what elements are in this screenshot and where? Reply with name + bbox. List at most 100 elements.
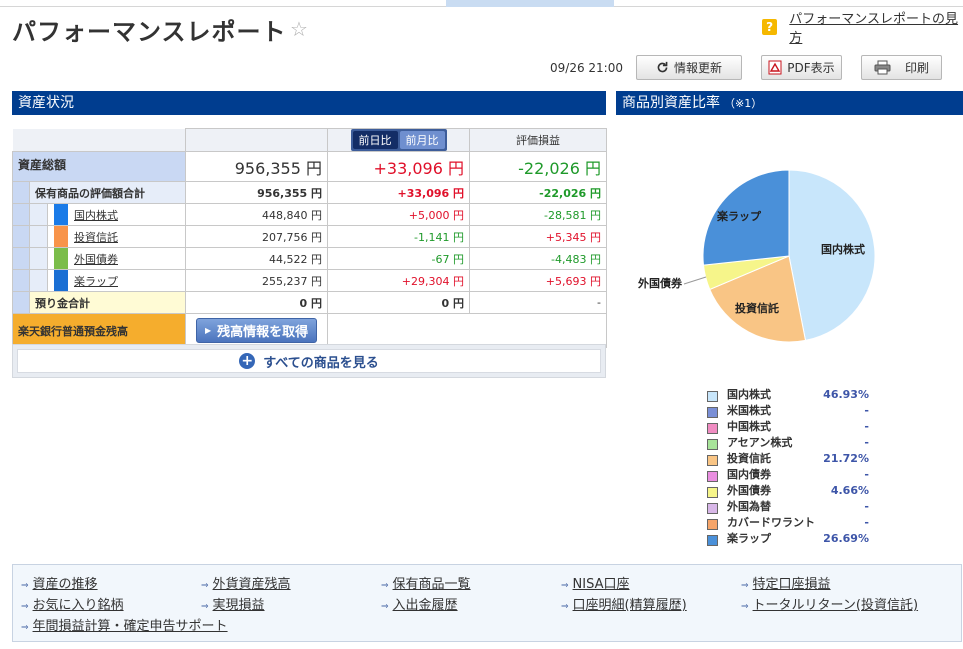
legend-swatch: [707, 487, 718, 498]
arrow-icon: ⇒: [741, 581, 749, 591]
total-amount: 956,355 円: [185, 151, 328, 182]
category-eval: -4,483 円: [469, 247, 607, 270]
deposit-row: 預り金合計 0 円 0 円 -: [12, 291, 607, 314]
pie-label: 国内株式: [821, 242, 865, 256]
category-swatch: [54, 270, 68, 291]
footer-link[interactable]: ⇒ 特定口座損益: [741, 573, 831, 592]
holdings-change: +33,096 円: [327, 181, 470, 204]
change-tabs-header: 前日比 前月比: [327, 128, 470, 152]
legend-pct: 26.69%: [823, 532, 869, 545]
legend-swatch: [707, 503, 718, 514]
pie-legend: 国内株式 46.93% 米国株式 - 中国株式 - アセアン株式 - 投資信託 21.72% 国内債…: [707, 387, 877, 547]
legend-swatch: [707, 391, 718, 402]
arrow-icon: ⇒: [381, 581, 389, 591]
total-eval: -22,026 円: [469, 151, 607, 182]
total-label: 資産総額: [12, 151, 186, 182]
category-amount: 255,237 円: [185, 269, 328, 292]
category-link[interactable]: 外国債券: [74, 253, 118, 266]
get-balance-button[interactable]: ▶ 残高情報を取得: [196, 318, 318, 343]
category-amount: 448,840 円: [185, 203, 328, 226]
toolbar: 09/26 21:00 情報更新 PDF表示 印刷: [0, 55, 963, 81]
legend-item: 外国為替 -: [707, 499, 877, 515]
legend-name: 中国株式: [727, 420, 771, 433]
footer-link[interactable]: ⇒ 実現損益: [201, 594, 265, 613]
category-change: +5,000 円: [327, 203, 470, 226]
category-link[interactable]: 投資信託: [74, 231, 118, 244]
legend-pct: -: [864, 468, 869, 481]
footer-link[interactable]: ⇒ 入出金履歴: [381, 594, 458, 613]
category-change: -1,141 円: [327, 225, 470, 248]
top-strip: [0, 0, 963, 7]
asset-section-header: 資産状況: [12, 91, 606, 115]
arrow-icon: ⇒: [561, 602, 569, 612]
pdf-button[interactable]: PDF表示: [761, 55, 842, 80]
footer-link[interactable]: ⇒ 外貨資産残高: [201, 573, 291, 592]
pie-label: 楽ラップ: [716, 209, 762, 223]
footer-link[interactable]: ⇒ 資産の推移: [21, 573, 98, 592]
table-header-row: 前日比 前月比 評価損益: [12, 128, 607, 152]
legend-name: 国内債券: [727, 468, 771, 481]
category-name-cell: 外国債券: [47, 247, 186, 270]
refresh-label: 情報更新: [673, 61, 722, 75]
performance-report-page: パフォーマンスレポート ☆ ? パフォーマンスレポートの見方 09/26 21:…: [0, 0, 963, 649]
help-icon: ?: [762, 19, 778, 35]
deposit-change: 0 円: [327, 291, 470, 314]
footer-link[interactable]: ⇒ 年間損益計算・確定申告サポート: [21, 615, 228, 634]
footer-link-label: 保有商品一覧: [392, 577, 471, 592]
pie-leader-line: [683, 276, 707, 285]
category-link[interactable]: 楽ラップ: [74, 275, 118, 288]
pie-label: 外国債券: [637, 276, 683, 290]
legend-item: 米国株式 -: [707, 403, 877, 419]
ratio-section-title: 商品別資産比率: [622, 95, 720, 111]
footer-link[interactable]: ⇒ 口座明細(精算履歴): [561, 594, 687, 613]
footer-link[interactable]: ⇒ 保有商品一覧: [381, 573, 471, 592]
legend-item: カバードワラント -: [707, 515, 877, 531]
print-label: 印刷: [904, 61, 929, 75]
category-eval: +5,345 円: [469, 225, 607, 248]
ratio-note: （※1）: [724, 97, 763, 110]
refresh-button[interactable]: 情報更新: [636, 55, 742, 80]
footer-link-label: 資産の推移: [32, 577, 98, 592]
pie-label: 投資信託: [735, 301, 779, 315]
help-link[interactable]: パフォーマンスレポートの見方: [789, 8, 963, 46]
category-name-cell: 投資信託: [47, 225, 186, 248]
holdings-amount: 956,355 円: [185, 181, 328, 204]
footer-link-label: 年間損益計算・確定申告サポート: [32, 619, 228, 634]
see-all-button[interactable]: + すべての商品を見る: [17, 349, 601, 373]
legend-item: 国内債券 -: [707, 467, 877, 483]
legend-swatch: [707, 471, 718, 482]
category-change: +29,304 円: [327, 269, 470, 292]
category-eval: +5,693 円: [469, 269, 607, 292]
category-swatch: [54, 248, 68, 269]
category-change: -67 円: [327, 247, 470, 270]
category-name-cell: 国内株式: [47, 203, 186, 226]
active-tab-indicator: [446, 0, 614, 7]
asset-section-title: 資産状況: [18, 95, 74, 111]
legend-item: 投資信託 21.72%: [707, 451, 877, 467]
asset-ratio-pie-chart: 国内株式投資信託 外国債券 楽ラップ: [637, 169, 876, 343]
asset-table-wrap: 前日比 前月比 評価損益 資産総額 956,355 円 +33,096 円 -2…: [12, 128, 607, 348]
amount-header: [185, 128, 328, 152]
see-all-products: + すべての商品を見る: [12, 344, 606, 378]
footer-link[interactable]: ⇒ お気に入り銘柄: [21, 594, 124, 613]
tab-day-change[interactable]: 前日比: [352, 131, 398, 149]
favorite-star-icon[interactable]: ☆: [290, 18, 312, 40]
change-tabs: 前日比 前月比: [350, 129, 447, 151]
legend-item: アセアン株式 -: [707, 435, 877, 451]
legend-swatch: [707, 535, 718, 546]
footer-link[interactable]: ⇒ トータルリターン(投資信託): [741, 594, 918, 613]
legend-pct: -: [864, 436, 869, 449]
legend-item: 外国債券 4.66%: [707, 483, 877, 499]
tab-month-change[interactable]: 前月比: [399, 131, 445, 149]
help-link-group[interactable]: ? パフォーマンスレポートの見方: [762, 12, 963, 46]
total-change: +33,096 円: [327, 151, 470, 182]
arrow-icon: ⇒: [201, 581, 209, 591]
category-link[interactable]: 国内株式: [74, 209, 118, 222]
legend-swatch: [707, 455, 718, 466]
print-button[interactable]: 印刷: [861, 55, 942, 80]
category-eval: -28,581 円: [469, 203, 607, 226]
legend-pct: -: [864, 516, 869, 529]
legend-name: 外国債券: [727, 484, 771, 497]
footer-link[interactable]: ⇒ NISA口座: [561, 573, 630, 592]
pdf-label: PDF表示: [787, 61, 835, 75]
